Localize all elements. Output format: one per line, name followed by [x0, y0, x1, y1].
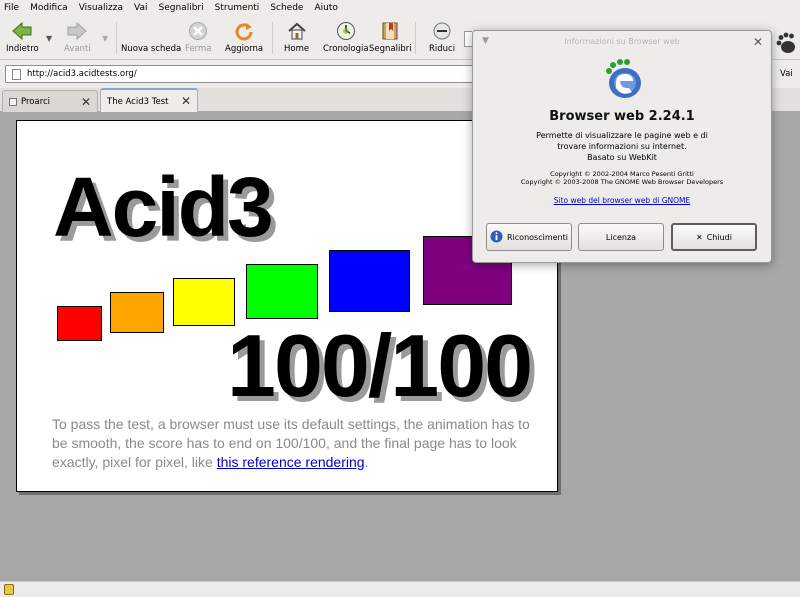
description-end: . — [364, 454, 369, 470]
menu-tools[interactable]: Strumenti — [215, 3, 260, 13]
stop-button[interactable]: Ferma — [185, 20, 212, 54]
square-orange — [110, 292, 164, 333]
description-line: Permette di visualizzare le pagine web e… — [536, 131, 708, 140]
credits-button[interactable]: Riconoscimenti — [486, 223, 572, 251]
close-button[interactable]: ✕ Chiudi — [671, 223, 757, 251]
new-tab-icon — [140, 20, 162, 42]
menu-file[interactable]: File — [4, 3, 19, 13]
square-yellow — [173, 278, 235, 326]
description-line: trovare informazioni su internet. — [557, 142, 687, 151]
back-label: Indietro — [6, 44, 39, 54]
go-button[interactable]: Vai — [780, 69, 793, 79]
forward-label: Avanti — [64, 44, 91, 54]
menu-help[interactable]: Aiuto — [314, 3, 337, 13]
new-tab-button[interactable]: Nuova scheda — [121, 20, 181, 54]
acid3-heading: Acid3 — [53, 160, 274, 254]
app-description: Permette di visualizzare le pagine web e… — [473, 130, 771, 163]
square-green — [246, 264, 318, 319]
page-document-icon — [12, 68, 21, 80]
menu-tabs[interactable]: Schede — [270, 3, 303, 13]
back-history-chevron-icon[interactable]: ▼ — [46, 34, 52, 43]
forward-arrow-icon — [66, 20, 88, 42]
back-arrow-icon — [11, 20, 33, 42]
description-line: Basato su WebKit — [587, 153, 657, 162]
license-button[interactable]: Licenza — [578, 223, 664, 251]
home-button[interactable]: Home — [284, 20, 309, 54]
app-name: Browser web 2.24.1 — [549, 109, 695, 124]
square-red — [57, 306, 102, 341]
tab-close-icon[interactable]: ✕ — [181, 94, 191, 108]
home-label: Home — [284, 44, 310, 54]
reference-rendering-link[interactable]: this reference rendering — [217, 454, 365, 470]
address-url: http://acid3.acidtests.org/ — [27, 69, 137, 79]
back-button[interactable]: Indietro — [6, 20, 39, 54]
tab-label: Proarci — [21, 96, 51, 107]
zoom-out-label: Riduci — [429, 44, 456, 54]
close-label: Chiudi — [706, 232, 732, 242]
bookmarks-label: Segnalibri — [369, 44, 412, 54]
tab-label: The Acid3 Test — [107, 96, 169, 107]
close-x-icon: ✕ — [696, 232, 703, 242]
stop-icon — [187, 20, 209, 42]
menu-view[interactable]: Visualizza — [79, 3, 123, 13]
reload-label: Aggiorna — [225, 44, 264, 54]
about-dialog: ▼ Informazioni su Browser web ✕ Browser … — [472, 30, 772, 263]
menu-bookmarks[interactable]: Segnalibri — [159, 3, 204, 13]
epiphany-logo-icon — [601, 57, 645, 101]
statusbar — [0, 581, 800, 597]
dialog-close-icon[interactable]: ✕ — [753, 35, 763, 49]
history-button[interactable]: Cronologia — [323, 20, 369, 54]
toolbar-separator — [272, 22, 273, 54]
website-link[interactable]: Sito web del browser web di GNOME — [473, 196, 771, 205]
copyright-line: Copyright © 2002-2004 Marco Pesenti Grit… — [550, 170, 694, 178]
info-icon — [490, 230, 503, 245]
zoom-out-icon — [431, 20, 453, 42]
credits-label: Riconoscimenti — [507, 232, 568, 242]
menu-go[interactable]: Vai — [134, 3, 147, 13]
new-tab-label: Nuova scheda — [121, 44, 182, 54]
menubar: File Modifica Visualizza Vai Segnalibri … — [0, 0, 800, 16]
copyright-line: Copyright © 2003-2008 The GNOME Web Brow… — [520, 178, 724, 186]
zoom-field-edge[interactable] — [464, 31, 472, 47]
history-clock-icon — [335, 20, 357, 42]
license-label: Licenza — [605, 232, 637, 242]
zoom-out-button[interactable]: Riduci — [429, 20, 455, 54]
bookmarks-button[interactable]: Segnalibri — [369, 20, 412, 54]
reload-icon — [233, 20, 255, 42]
toolbar-separator — [415, 22, 416, 54]
gnome-foot-throbber-icon — [772, 30, 798, 56]
copyright: Copyright © 2002-2004 Marco Pesenti Grit… — [473, 170, 771, 186]
dialog-title: Informazioni su Browser web — [564, 37, 680, 46]
acid3-description: To pass the test, a browser must use its… — [52, 415, 542, 472]
tab-proarci[interactable]: Proarci ✕ — [2, 90, 98, 112]
security-lock-icon[interactable] — [4, 584, 14, 595]
home-icon — [286, 20, 308, 42]
stop-label: Ferma — [185, 44, 212, 54]
menu-edit[interactable]: Modifica — [30, 3, 68, 13]
tab-acid3[interactable]: The Acid3 Test ✕ — [100, 88, 198, 113]
reload-button[interactable]: Aggiorna — [225, 20, 263, 54]
bookmarks-book-icon — [379, 20, 401, 42]
tab-favicon-icon — [9, 97, 17, 106]
toolbar-separator — [116, 22, 117, 54]
acid3-score: 100/100 — [227, 316, 533, 415]
forward-history-chevron-icon[interactable]: ▼ — [102, 34, 108, 43]
forward-button[interactable]: Avanti — [64, 20, 91, 54]
tab-close-icon[interactable]: ✕ — [81, 95, 91, 109]
history-label: Cronologia — [323, 44, 369, 54]
square-blue — [329, 250, 410, 312]
